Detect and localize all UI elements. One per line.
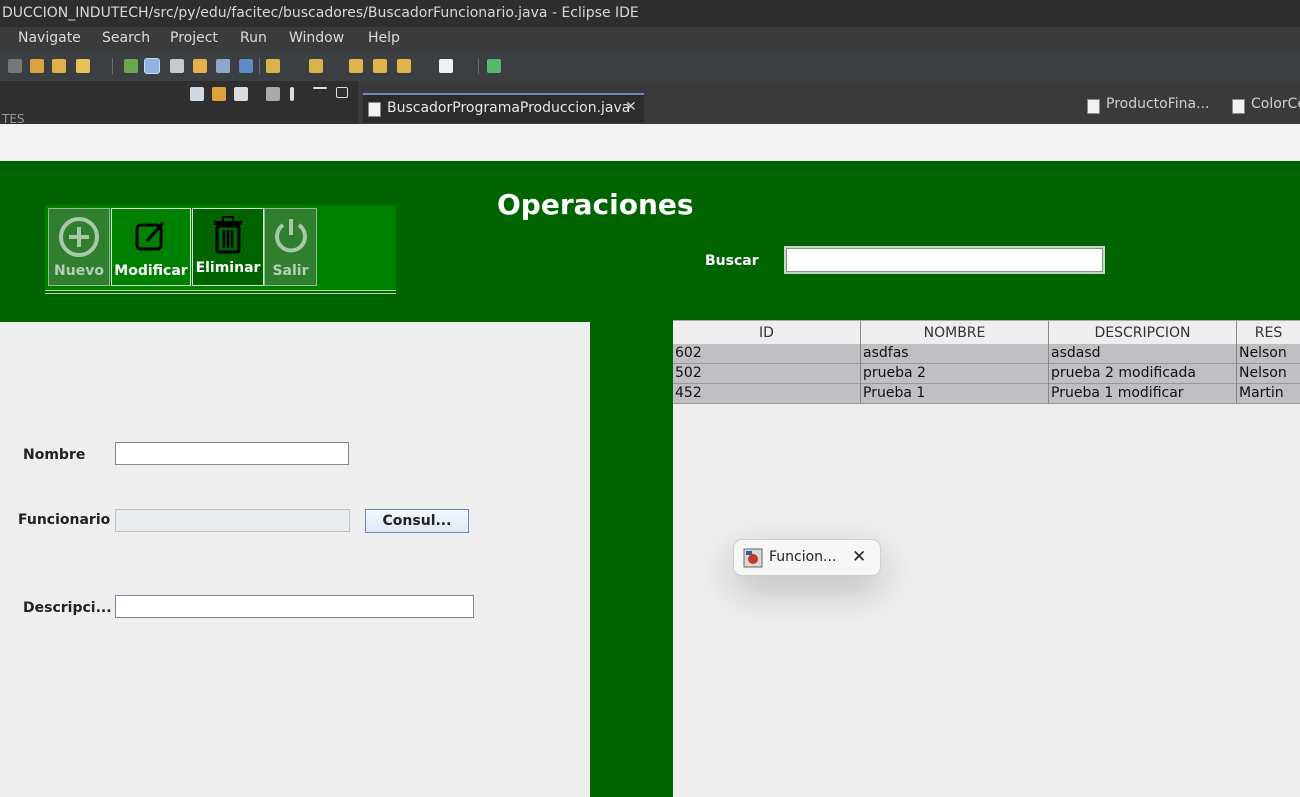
column-header-nombre[interactable]: NOMBRE [861,321,1049,345]
search-label: Buscar [705,253,759,269]
left-view-toolbar [0,81,358,124]
cell-id: 502 [673,364,861,384]
forward-edit-icon[interactable] [373,59,387,73]
people-icon[interactable] [266,87,280,101]
menu-search[interactable]: Search [102,30,150,46]
table-row[interactable]: 602 asdfas asdasd Nelson [673,344,1300,364]
page-title: Operaciones [497,188,694,221]
back-icon[interactable] [397,59,411,73]
salir-button[interactable]: Salir [264,208,317,286]
panel-divider [45,290,396,291]
dropdown-arrow-icon[interactable] [8,59,22,73]
eliminar-button[interactable]: Eliminar [192,208,264,286]
view-menu-icon[interactable] [290,87,294,101]
highlight-icon[interactable] [144,58,160,74]
panel-divider [45,293,396,294]
table-row[interactable]: 502 prueba 2 prueba 2 modificada Nelson [673,364,1300,384]
pilcrow-icon[interactable] [239,59,253,73]
toolbar-separator [112,58,113,74]
modificar-button-label: Modificar [114,263,188,279]
java-app-icon [743,548,763,568]
menu-window[interactable]: Window [289,30,344,46]
column-header-descripcion[interactable]: DESCRIPCION [1049,321,1237,345]
cell-id: 452 [673,384,861,404]
filter-icon[interactable] [234,87,248,101]
editor-tab-colorce[interactable]: ColorCe [1251,96,1300,112]
mark-occurrences-icon[interactable] [124,59,138,73]
maximize-icon[interactable] [336,87,348,98]
java-file-icon [1232,99,1245,114]
people-icon[interactable] [170,59,184,73]
modificar-button[interactable]: Modificar [111,208,191,286]
brush-icon[interactable] [76,59,90,73]
cell-responsable: Nelson [1239,365,1287,381]
java-file-icon [1087,99,1100,114]
panel-divider [590,322,673,797]
open-project-icon[interactable] [52,59,66,73]
taskbar-preview[interactable]: Funcion... ✕ [733,539,881,576]
plus-circle-icon [59,217,99,257]
cell-nombre: prueba 2 [861,364,1049,384]
menu-run[interactable]: Run [240,30,267,46]
power-icon [274,219,307,253]
open-folder-icon[interactable] [30,59,44,73]
funcionario-field [115,509,350,532]
eclipse-toolbar [0,51,1300,81]
editor-tab-label: BuscadorProgramaProduccion.java [387,100,631,116]
cell-responsable: Martin [1239,385,1284,401]
edit-icon [135,222,165,251]
table-header: ID NOMBRE DESCRIPCION RES [673,320,1300,346]
app-window-top [0,124,1300,161]
nuevo-button-label: Nuevo [54,263,104,279]
column-header-id[interactable]: ID [673,321,861,345]
forward-icon[interactable] [439,59,453,73]
java-file-icon [368,102,381,117]
menu-help[interactable]: Help [368,30,400,46]
toolbar-separator [259,58,260,74]
cell-descripcion: asdasd [1049,344,1237,364]
last-edit-icon[interactable] [349,59,363,73]
next-annotation-icon[interactable] [266,59,280,73]
link-with-editor-icon[interactable] [212,87,226,101]
eliminar-button-label: Eliminar [195,260,261,276]
previous-annotation-icon[interactable] [309,59,323,73]
table-row[interactable]: 452 Prueba 1 Prueba 1 modificar Martin [673,384,1300,404]
menu-project[interactable]: Project [170,30,218,46]
search-input[interactable] [784,246,1105,274]
descripcion-field[interactable] [115,595,474,618]
editor-tab-productofinal[interactable]: ProductoFina... [1106,96,1209,112]
collapse-all-icon[interactable] [190,87,204,101]
block-selection-icon[interactable] [216,59,230,73]
nombre-field[interactable] [115,442,349,465]
salir-button-label: Salir [272,263,309,279]
toolbar-separator [478,58,479,74]
menu-navigate[interactable]: Navigate [18,30,81,46]
cell-id: 602 [673,344,861,364]
form-panel [0,322,590,797]
trash-icon [214,216,242,254]
editor-tab-active[interactable]: BuscadorProgramaProduccion.java ✕ [363,93,644,123]
nuevo-button[interactable]: Nuevo [48,208,110,286]
cell-descripcion: Prueba 1 modificar [1049,384,1237,404]
close-icon[interactable]: ✕ [852,547,866,567]
cell-descripcion: prueba 2 modificada [1049,364,1237,384]
nombre-label: Nombre [23,447,86,463]
window-title-bar: DUCCION_INDUTECH/src/py/edu/facitec/busc… [0,0,1300,27]
descripcion-label: Descripci... [23,600,112,616]
taskbar-preview-label: Funcion... [769,549,837,565]
cell-responsable: Nelson [1239,345,1287,361]
close-icon[interactable]: ✕ [625,99,637,115]
consultar-button[interactable]: Consul... [365,509,469,533]
funcionario-label: Funcionario [18,512,111,528]
minimize-icon[interactable] [313,87,327,89]
open-perspective-icon[interactable] [487,59,501,73]
window-title: DUCCION_INDUTECH/src/py/edu/facitec/busc… [2,5,639,21]
cell-nombre: Prueba 1 [861,384,1049,404]
edit-icon[interactable] [193,59,207,73]
column-header-responsable[interactable]: RES [1237,321,1300,345]
menu-bar: Navigate Search Project Run Window Help [0,27,1300,51]
cell-nombre: asdfas [861,344,1049,364]
